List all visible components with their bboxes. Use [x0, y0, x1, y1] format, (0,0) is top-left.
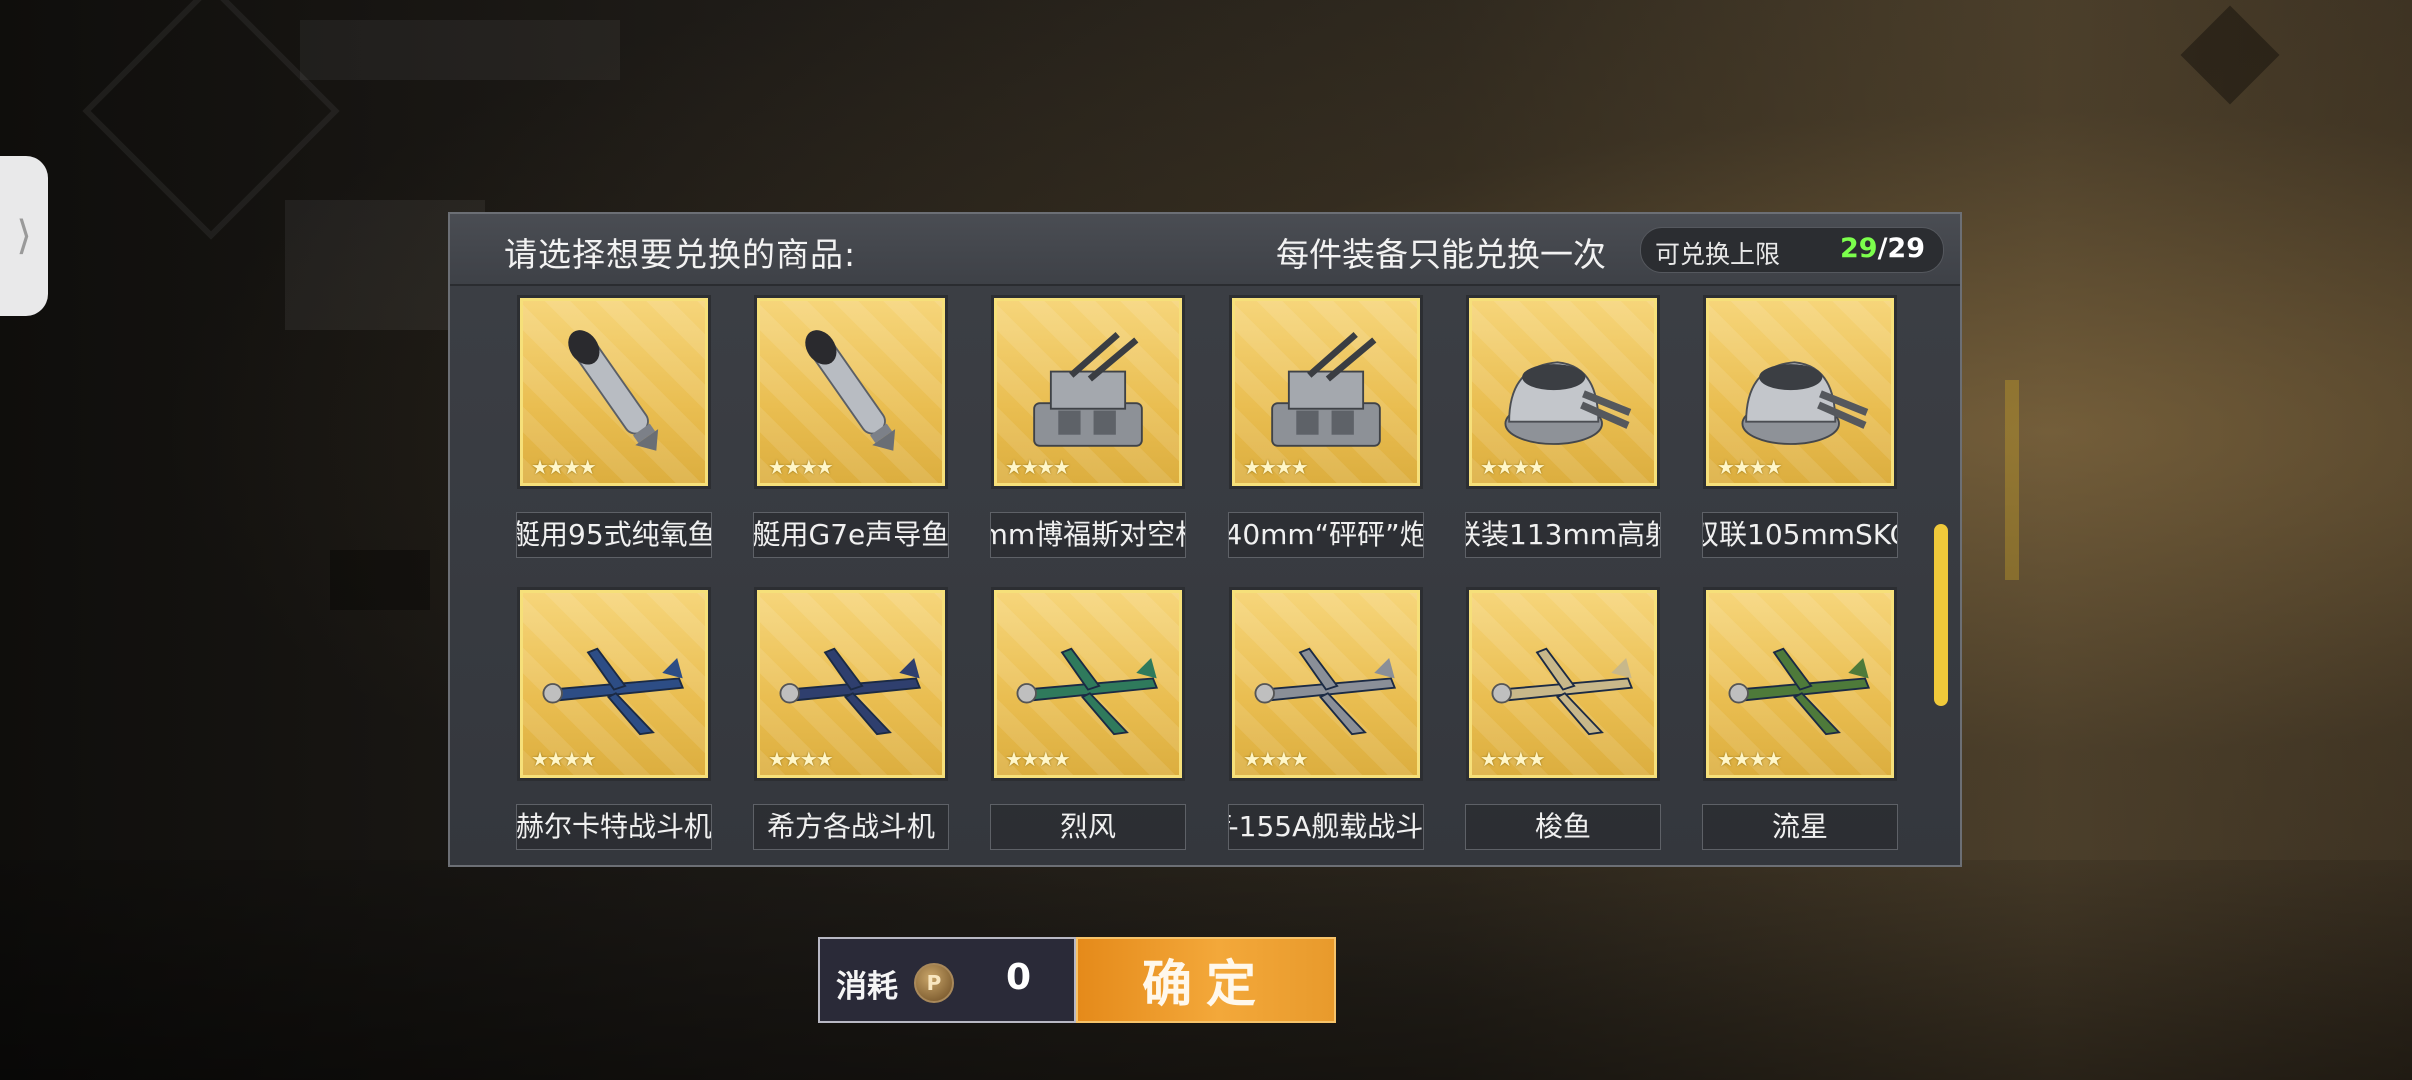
- item-name-box: 双联装113mm高射炮: [1465, 512, 1661, 558]
- exchange-limit-badge: 可兑换上限 29/29: [1640, 227, 1944, 273]
- coin-icon: P: [914, 963, 954, 1003]
- chevron-right-icon: ⟩: [16, 213, 32, 259]
- item-name: 潜艇用95式纯氧鱼雷: [517, 518, 711, 551]
- item-name: 赫尔卡特战斗机: [516, 810, 712, 843]
- rarity-stars: ★★★★: [1480, 747, 1546, 771]
- exchange-dialog: 请选择想要兑换的商品: 每件装备只能兑换一次 可兑换上限 29/29 ★★★★ 潜…: [448, 212, 1962, 867]
- rarity-stars: ★★★★: [1243, 455, 1309, 479]
- cost-label: 消耗: [836, 969, 898, 1005]
- side-drawer-tab[interactable]: ⟩: [0, 156, 48, 316]
- item-name: 双联105mmSKC: [1703, 518, 1897, 551]
- rarity-stars: ★★★★: [531, 747, 597, 771]
- rarity-stars: ★★★★: [768, 455, 834, 479]
- item-card[interactable]: ★★★★: [990, 294, 1186, 490]
- cost-display: 消耗 P 0: [818, 937, 1076, 1023]
- item-name: 流星: [1771, 810, 1828, 843]
- item-card[interactable]: ★★★★: [1702, 294, 1898, 490]
- rarity-stars: ★★★★: [1005, 455, 1071, 479]
- exchange-once-note: 每件装备只能兑换一次: [1276, 235, 1606, 274]
- item-name-box: 40mm博福斯对空机炮: [990, 512, 1186, 558]
- item-name: 40mm“砰砰”炮: [1228, 518, 1424, 551]
- item-card[interactable]: ★★★★: [753, 294, 949, 490]
- item-card-frame: ★★★★: [1706, 590, 1894, 778]
- item-name-box: Bf-155A舰载战斗机: [1228, 804, 1424, 850]
- item-name: 40mm博福斯对空机炮: [991, 518, 1185, 551]
- dialog-header: 请选择想要兑换的商品: 每件装备只能兑换一次 可兑换上限 29/29: [450, 214, 1960, 286]
- item-card-frame: ★★★★: [757, 298, 945, 486]
- item-card[interactable]: ★★★★: [990, 586, 1186, 782]
- item-name-box: 双联105mmSKC: [1702, 512, 1898, 558]
- background-header-bar: [300, 20, 620, 80]
- rarity-stars: ★★★★: [1717, 747, 1783, 771]
- item-name: 双联装113mm高射炮: [1466, 518, 1660, 551]
- item-name-box: 潜艇用95式纯氧鱼雷: [516, 512, 712, 558]
- rarity-stars: ★★★★: [531, 455, 597, 479]
- rarity-stars: ★★★★: [1005, 747, 1071, 771]
- item-name: 潜艇用G7e声导鱼雷: [753, 518, 949, 551]
- limit-current: 29: [1839, 233, 1878, 264]
- item-card-frame: ★★★★: [757, 590, 945, 778]
- scrollbar-thumb[interactable]: [1934, 524, 1948, 706]
- item-name-box: 40mm“砰砰”炮: [1228, 512, 1424, 558]
- limit-label: 可兑换上限: [1655, 240, 1781, 269]
- background-strip: [330, 550, 430, 610]
- item-name-box: 潜艇用G7e声导鱼雷: [753, 512, 949, 558]
- dialog-title: 请选择想要兑换的商品:: [504, 235, 857, 274]
- item-card-frame: ★★★★: [520, 298, 708, 486]
- item-card[interactable]: ★★★★: [516, 586, 712, 782]
- item-card-frame: ★★★★: [994, 298, 1182, 486]
- item-card[interactable]: ★★★★: [1228, 294, 1424, 490]
- item-card-frame: ★★★★: [994, 590, 1182, 778]
- item-card[interactable]: ★★★★: [1228, 586, 1424, 782]
- item-card-frame: ★★★★: [1232, 298, 1420, 486]
- rarity-stars: ★★★★: [1717, 455, 1783, 479]
- item-name-box: 希方各战斗机: [753, 804, 949, 850]
- item-name: 烈风: [1059, 810, 1116, 843]
- item-card-frame: ★★★★: [520, 590, 708, 778]
- item-card[interactable]: ★★★★: [1465, 586, 1661, 782]
- background-accent-bar: [2005, 380, 2019, 580]
- item-card-frame: ★★★★: [1469, 298, 1657, 486]
- item-card[interactable]: ★★★★: [516, 294, 712, 490]
- item-name-box: 赫尔卡特战斗机: [516, 804, 712, 850]
- item-name: Bf-155A舰载战斗机: [1228, 810, 1424, 843]
- item-card[interactable]: ★★★★: [1465, 294, 1661, 490]
- item-name: 希方各战斗机: [766, 810, 935, 843]
- confirm-button[interactable]: 确定: [1076, 937, 1336, 1023]
- item-card-frame: ★★★★: [1469, 590, 1657, 778]
- limit-count: 29/29: [1840, 233, 1925, 264]
- item-card[interactable]: ★★★★: [1702, 586, 1898, 782]
- cost-value: 0: [1006, 957, 1032, 998]
- item-card-frame: ★★★★: [1232, 590, 1420, 778]
- item-card[interactable]: ★★★★: [753, 586, 949, 782]
- rarity-stars: ★★★★: [768, 747, 834, 771]
- item-name-box: 烈风: [990, 804, 1186, 850]
- item-name-box: 流星: [1702, 804, 1898, 850]
- rarity-stars: ★★★★: [1480, 455, 1546, 479]
- item-name: 梭鱼: [1534, 810, 1591, 843]
- rarity-stars: ★★★★: [1243, 747, 1309, 771]
- item-name-box: 梭鱼: [1465, 804, 1661, 850]
- limit-max: /29: [1877, 233, 1925, 264]
- item-card-frame: ★★★★: [1706, 298, 1894, 486]
